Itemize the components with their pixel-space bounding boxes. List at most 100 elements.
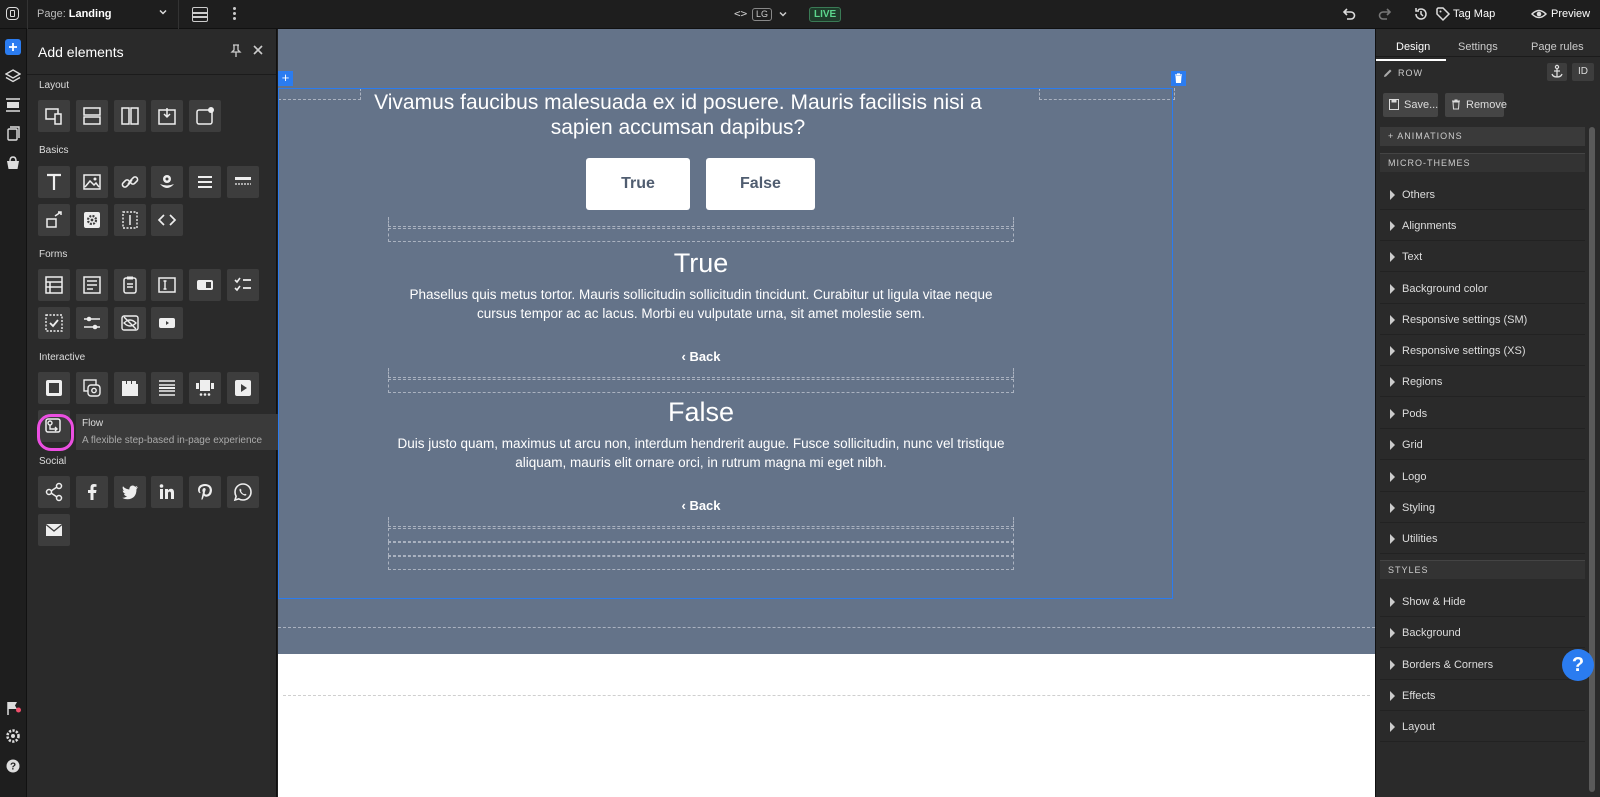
layout-icon[interactable] — [192, 7, 208, 22]
accordion-grid[interactable]: Grid — [1380, 429, 1585, 460]
eye-icon[interactable] — [1531, 6, 1547, 22]
design-options-list[interactable]: + ANIMATIONS MICRO-THEMES Others Alignme… — [1380, 127, 1585, 797]
accordion-element[interactable] — [151, 372, 183, 404]
twitter-element[interactable] — [114, 476, 146, 508]
social-share-element[interactable] — [38, 476, 70, 508]
pinterest-element[interactable] — [189, 476, 221, 508]
undo-icon[interactable] — [1341, 6, 1357, 22]
preview-button[interactable]: Preview — [1551, 8, 1590, 20]
accordion-borders-corners[interactable]: Borders & Corners — [1380, 649, 1585, 680]
accordion-text[interactable]: Text — [1380, 241, 1585, 272]
layers-icon[interactable] — [5, 68, 21, 84]
tag-map-button[interactable]: Tag Map — [1453, 8, 1495, 20]
carousel-element[interactable] — [189, 372, 221, 404]
app-logo-icon[interactable] — [6, 7, 19, 20]
checkbox-element[interactable] — [38, 307, 70, 339]
add-elements-icon[interactable] — [5, 39, 21, 55]
delete-row-button[interactable] — [1171, 71, 1186, 86]
accordion-others[interactable]: Others — [1380, 179, 1585, 210]
code-icon[interactable]: <> — [734, 7, 747, 20]
widget-element[interactable] — [76, 204, 108, 236]
text-element[interactable] — [38, 166, 70, 198]
pin-icon[interactable] — [230, 44, 242, 58]
embed-element[interactable] — [38, 204, 70, 236]
save-button[interactable]: Save... — [1383, 93, 1438, 117]
breakpoint-badge[interactable]: LG — [752, 8, 773, 21]
accordion-layout[interactable]: Layout — [1380, 711, 1585, 742]
pages-icon[interactable] — [5, 126, 21, 142]
history-icon[interactable] — [1413, 6, 1429, 22]
settings-gear-icon[interactable] — [5, 728, 21, 744]
rows-element[interactable] — [76, 100, 108, 132]
selected-row-outline[interactable] — [278, 88, 1173, 599]
facebook-element[interactable] — [76, 476, 108, 508]
accordion-show-hide[interactable]: Show & Hide — [1380, 586, 1585, 617]
help-icon[interactable]: ? — [5, 758, 21, 774]
spacer-element[interactable] — [114, 204, 146, 236]
tab-settings[interactable]: Settings — [1458, 41, 1498, 53]
close-icon[interactable] — [251, 43, 265, 57]
checklist-element[interactable] — [227, 269, 259, 301]
quiz-section[interactable]: Vivamus faucibus malesuada ex id posuere… — [278, 29, 1375, 654]
linkedin-element[interactable] — [151, 476, 183, 508]
accordion-alignments[interactable]: Alignments — [1380, 210, 1585, 241]
redo-icon[interactable] — [1377, 6, 1393, 22]
store-icon[interactable] — [5, 155, 21, 171]
modal-element[interactable] — [38, 372, 70, 404]
chevron-down-icon[interactable] — [159, 8, 167, 16]
page-selector[interactable]: Page: Landing — [37, 8, 112, 20]
page-selector-label: Page: — [37, 8, 66, 20]
icon-element[interactable] — [151, 166, 183, 198]
anchor-button[interactable] — [1547, 63, 1567, 81]
tab-page-rules[interactable]: Page rules — [1531, 41, 1584, 53]
more-options-icon[interactable] — [233, 7, 237, 21]
accordion-pods[interactable]: Pods — [1380, 398, 1585, 429]
columns-layout-element[interactable] — [38, 100, 70, 132]
add-row-button[interactable]: + — [278, 71, 293, 86]
tab-design[interactable]: Design — [1396, 41, 1430, 53]
list-icon — [198, 176, 212, 188]
form-element[interactable] — [38, 269, 70, 301]
pencil-icon[interactable] — [1383, 68, 1393, 78]
list-element[interactable] — [189, 166, 221, 198]
accordion-styling[interactable]: Styling — [1380, 492, 1585, 523]
accordion-background-color[interactable]: Background color — [1380, 273, 1585, 304]
panel-scrollbar[interactable] — [1589, 127, 1595, 792]
lightbox-element[interactable] — [76, 372, 108, 404]
hidden-field-element[interactable] — [114, 307, 146, 339]
whatsapp-element[interactable] — [227, 476, 259, 508]
image-element[interactable] — [76, 166, 108, 198]
accordion-logo[interactable]: Logo — [1380, 461, 1585, 492]
popup-element[interactable] — [189, 100, 221, 132]
sections-icon[interactable] — [5, 97, 21, 113]
accordion-regions[interactable]: Regions — [1380, 366, 1585, 397]
survey-element[interactable] — [114, 269, 146, 301]
accordion-responsive-sm[interactable]: Responsive settings (SM) — [1380, 304, 1585, 335]
link-element[interactable] — [114, 166, 146, 198]
chevron-down-icon[interactable] — [779, 10, 787, 18]
divider-element[interactable] — [227, 166, 259, 198]
tabs-element[interactable] — [114, 372, 146, 404]
tag-icon[interactable] — [1435, 6, 1451, 22]
accordion-background[interactable]: Background — [1380, 617, 1585, 648]
flag-icon[interactable] — [5, 700, 21, 716]
toggle-element[interactable] — [189, 269, 221, 301]
slider-element[interactable] — [76, 307, 108, 339]
submit-button-element[interactable] — [151, 307, 183, 339]
accordion-responsive-xs[interactable]: Responsive settings (XS) — [1380, 335, 1585, 366]
help-button[interactable]: ? — [1562, 649, 1594, 681]
accordion-utilities[interactable]: Utilities — [1380, 523, 1585, 554]
remove-button[interactable]: Remove — [1445, 93, 1507, 117]
form-fields-element[interactable] — [76, 269, 108, 301]
animations-header[interactable]: + ANIMATIONS — [1380, 127, 1585, 146]
code-element[interactable] — [151, 204, 183, 236]
input-element[interactable] — [151, 269, 183, 301]
saved-block-element[interactable] — [151, 100, 183, 132]
accordion-label: Regions — [1402, 376, 1443, 388]
columns-element[interactable] — [114, 100, 146, 132]
editor-canvas[interactable]: Vivamus faucibus malesuada ex id posuere… — [278, 29, 1375, 797]
id-button[interactable]: ID — [1572, 63, 1594, 81]
email-element[interactable] — [38, 514, 70, 546]
accordion-effects[interactable]: Effects — [1380, 680, 1585, 711]
video-element[interactable] — [227, 372, 259, 404]
